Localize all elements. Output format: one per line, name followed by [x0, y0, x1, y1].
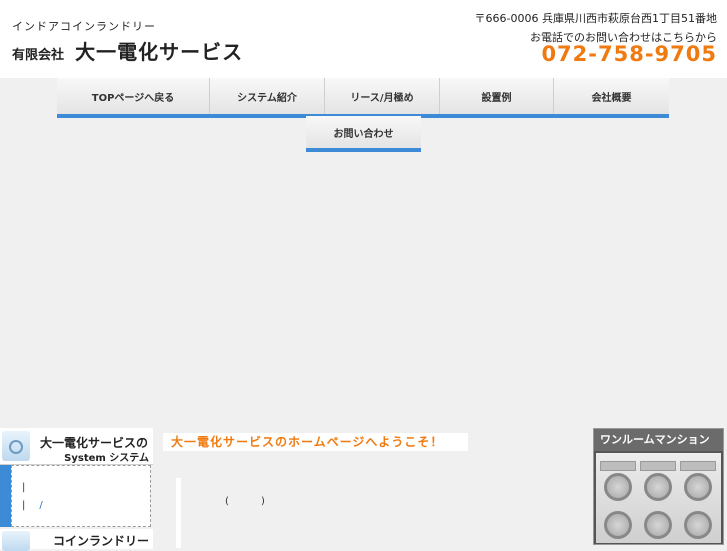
sidebar-menu-box: | | /	[11, 465, 151, 527]
washer-door	[604, 473, 632, 501]
sidebar-coin-title: コインランドリー	[52, 534, 149, 548]
site-tagline: インドアコインランドリー	[12, 20, 156, 33]
nav-item-company[interactable]: 会社概要	[554, 78, 669, 114]
sidebar-menu-line: |	[22, 482, 26, 493]
washer-control-panel	[680, 461, 716, 471]
nav-item-examples[interactable]: 設置例	[440, 78, 554, 114]
washer-door	[684, 511, 712, 539]
phone-number[interactable]: 072-758-9705	[541, 42, 717, 66]
company-address: 〒666-0006 兵庫県川西市萩原台西1丁目51番地	[474, 12, 717, 25]
washer-door	[604, 511, 632, 539]
sidebar-accent-bar	[0, 465, 11, 527]
sidebar-menu-panel: | | /	[0, 465, 153, 527]
right-panel-title: ワンルームマンション	[594, 429, 723, 451]
one-room-mansion-banner[interactable]: ワンルームマンション	[593, 428, 724, 545]
washer-door	[684, 473, 712, 501]
sidebar-coin-banner[interactable]: コインランドリー	[0, 529, 153, 551]
washer-icon	[2, 431, 30, 461]
paren-close: )	[261, 496, 265, 507]
nav-item-top[interactable]: TOPページへ戻る	[57, 78, 210, 114]
sidebar-menu-bar: |	[22, 500, 26, 511]
washer-icon	[2, 531, 30, 551]
laundromat-photo	[596, 453, 721, 543]
company-prefix: 有限会社	[12, 48, 65, 63]
main-nav: TOPページへ戻る システム紹介 リース/月極め 設置例 会社概要	[57, 78, 669, 118]
nav-item-lease[interactable]: リース/月極め	[325, 78, 440, 114]
content-divider	[176, 478, 181, 548]
paren-open: (	[225, 496, 229, 507]
site-header: インドアコインランドリー 有限会社 大一電化サービス 〒666-0006 兵庫県…	[0, 0, 727, 78]
nav-item-system[interactable]: システム紹介	[210, 78, 325, 114]
washer-control-panel	[640, 461, 676, 471]
nav-item-contact[interactable]: お問い合わせ	[306, 116, 421, 152]
washer-door	[644, 511, 672, 539]
washer-control-panel	[600, 461, 636, 471]
site-logo[interactable]: 有限会社 大一電化サービス	[12, 36, 243, 65]
company-name: 大一電化サービス	[75, 40, 244, 64]
sidebar-menu-link[interactable]: /	[39, 500, 42, 511]
welcome-heading: 大一電化サービスのホームページへようこそ！	[163, 433, 468, 451]
sidebar-system-banner[interactable]: 大一電化サービスの System システム	[0, 428, 153, 465]
sidebar-menu-line: | /	[22, 500, 43, 511]
washer-door	[644, 473, 672, 501]
sidebar-subtitle: System システム	[64, 453, 149, 464]
